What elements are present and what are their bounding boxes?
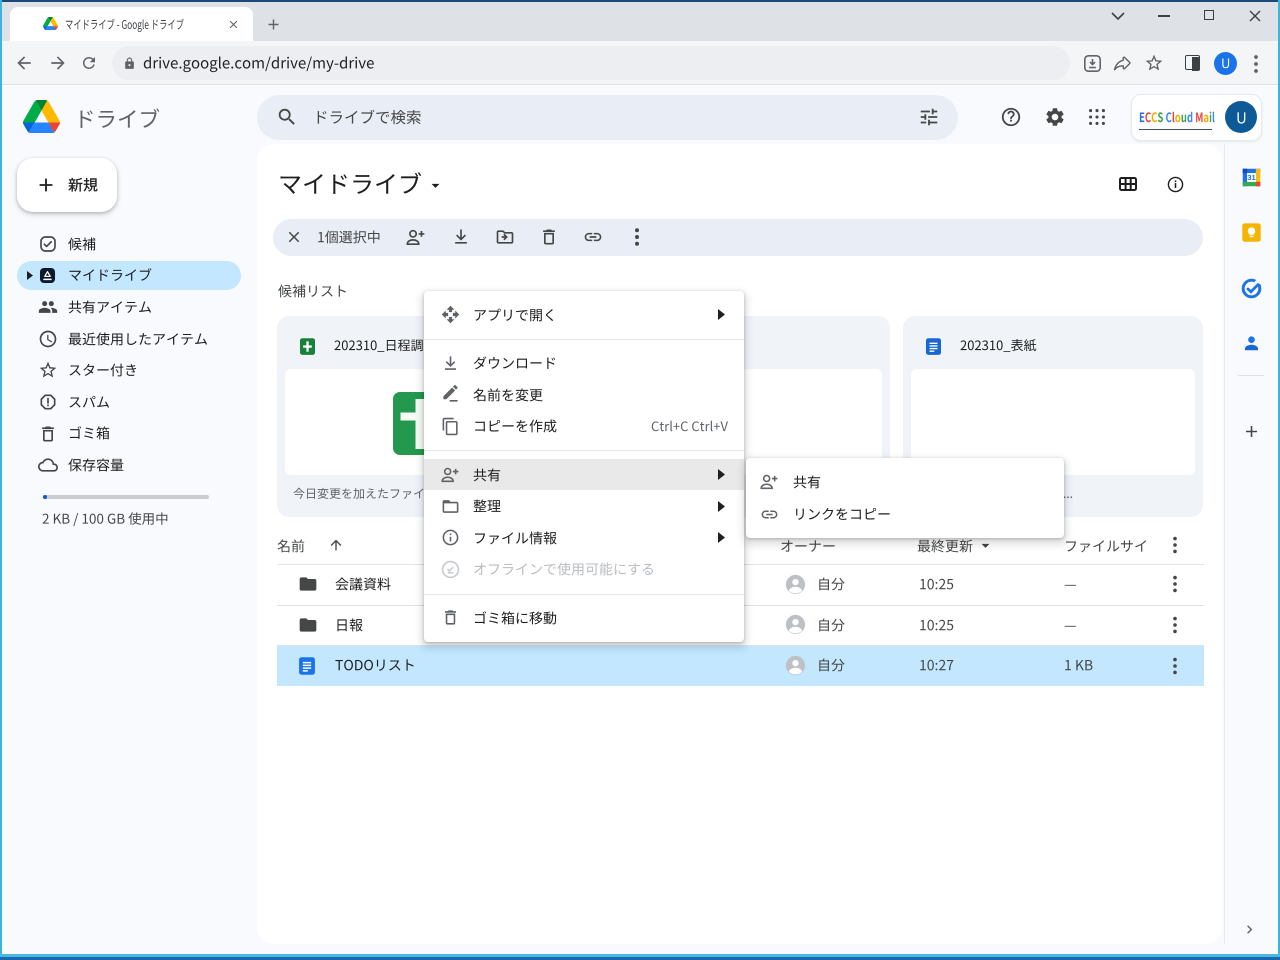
- svg-text:31: 31: [1247, 173, 1255, 182]
